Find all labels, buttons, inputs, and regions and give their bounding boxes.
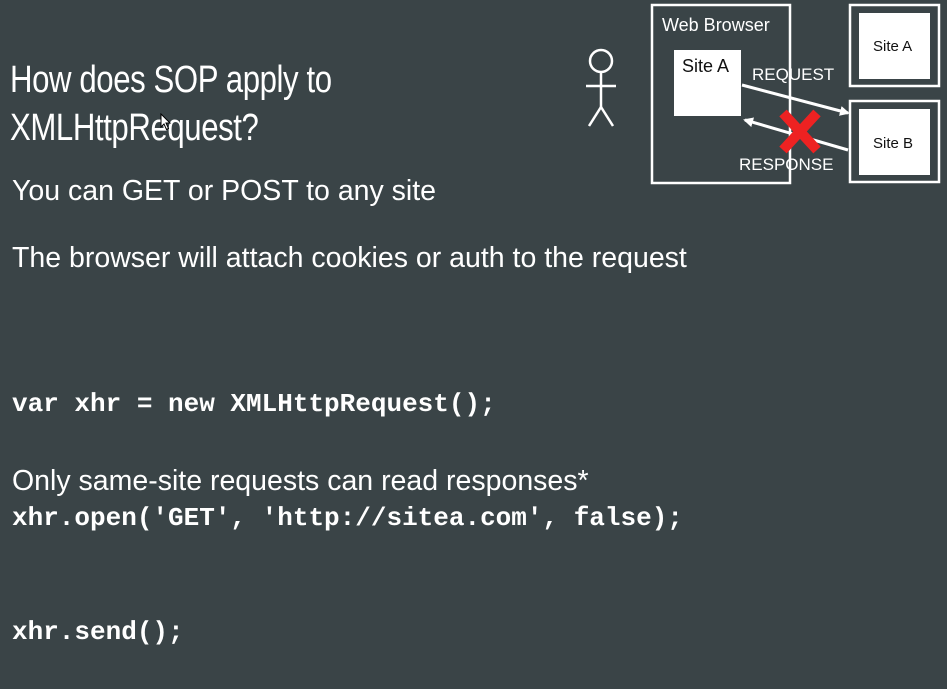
- bullet-cookies: The browser will attach cookies or auth …: [12, 242, 687, 274]
- code-line: var xhr = new XMLHttpRequest();: [12, 389, 496, 419]
- outer-site-b-label: Site B: [873, 135, 914, 152]
- browser-label: Web Browser: [662, 15, 770, 35]
- inner-site-a-label: Site A: [682, 56, 730, 76]
- slide-title: How does SOP apply to XMLHttpRequest?: [10, 56, 363, 152]
- mouse-cursor-icon: [160, 113, 172, 131]
- code-line: xhr.open('GET', 'http://sitea.com', fals…: [12, 503, 683, 533]
- request-arrow: [741, 83, 850, 116]
- response-label: RESPONSE: [739, 155, 834, 174]
- request-label: REQUEST: [752, 65, 835, 84]
- footer-note: Only same-site requests can read respons…: [12, 465, 589, 497]
- bullet-get-post: You can GET or POST to any site: [12, 175, 437, 207]
- title-line-1: How does SOP apply to: [10, 59, 332, 101]
- user-stick-figure-icon: [586, 48, 616, 127]
- outer-site-a-label: Site A: [873, 38, 913, 55]
- code-line: xhr.send();: [12, 617, 184, 647]
- code-block: var xhr = new XMLHttpRequest(); xhr.open…: [12, 309, 683, 689]
- title-line-2: XMLHttpRequest?: [10, 107, 259, 149]
